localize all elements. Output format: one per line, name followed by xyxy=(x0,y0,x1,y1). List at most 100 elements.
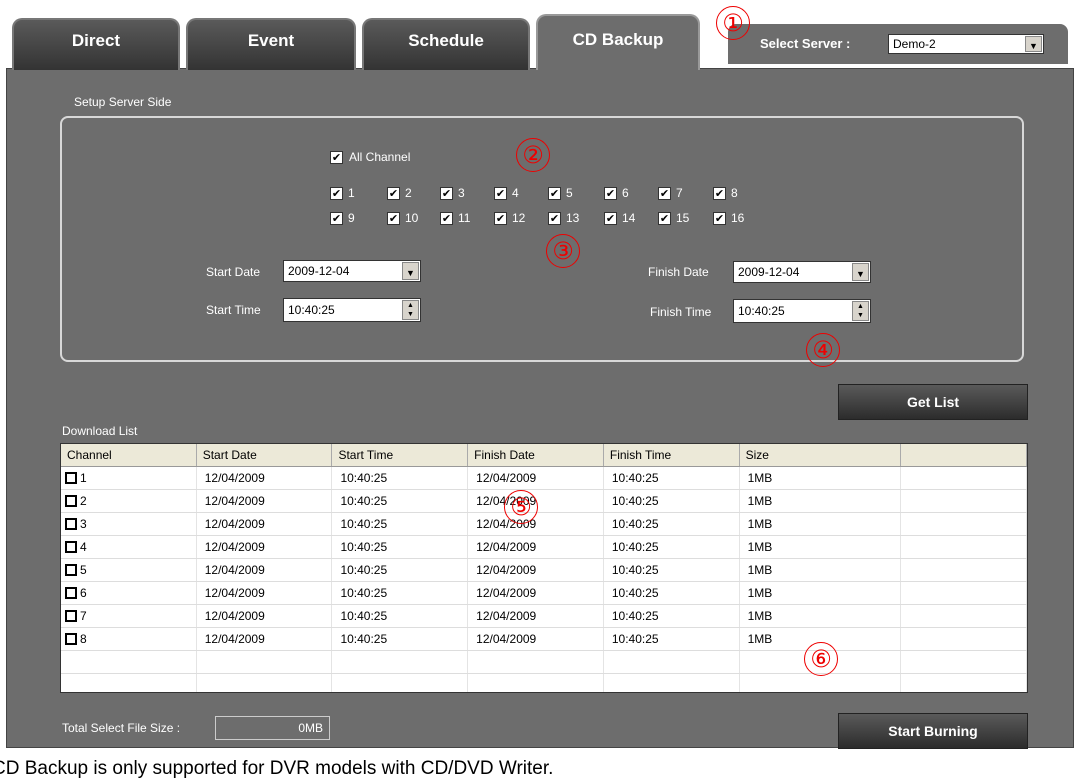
table-cell: 10:40:25 xyxy=(332,467,469,489)
row-checkbox[interactable] xyxy=(65,517,77,530)
chevron-down-icon[interactable]: ▼ xyxy=(1025,36,1042,52)
table-row[interactable]: 1 12/04/2009 10:40:25 12/04/2009 10:40:25 1MB xyxy=(61,467,1027,490)
channel-checkbox-13[interactable]: ✔ xyxy=(548,212,561,225)
channel-number: 7 xyxy=(80,609,87,623)
table-cell: 10:40:25 xyxy=(604,582,740,604)
channel-checkbox-9[interactable]: ✔ xyxy=(330,212,343,225)
table-cell: 5 xyxy=(61,559,197,581)
channel-checkbox-15[interactable]: ✔ xyxy=(658,212,671,225)
table-cell: 12/04/2009 xyxy=(468,605,604,627)
callout-marker-1: ① xyxy=(716,6,750,40)
column-header[interactable]: Finish Time xyxy=(604,444,740,466)
finish-date-value: 2009-12-04 xyxy=(738,265,800,279)
all-channel-checkbox[interactable]: ✔ xyxy=(330,151,343,164)
row-checkbox[interactable] xyxy=(65,471,77,484)
channel-checkbox-16[interactable]: ✔ xyxy=(713,212,726,225)
start-time-spinner[interactable]: 10:40:25 ▲ ▼ xyxy=(283,298,421,322)
table-cell xyxy=(332,674,469,692)
row-checkbox[interactable] xyxy=(65,540,77,553)
chevron-down-icon[interactable]: ▼ xyxy=(852,263,869,281)
channel-number: 6 xyxy=(80,586,87,600)
channel-label: 13 xyxy=(566,211,580,225)
start-burning-button[interactable]: Start Burning xyxy=(838,713,1028,749)
spinner-arrows-icon[interactable]: ▲ ▼ xyxy=(852,301,869,321)
table-cell xyxy=(332,651,469,673)
table-cell: 10:40:25 xyxy=(604,467,740,489)
row-checkbox[interactable] xyxy=(65,494,77,507)
setup-group-title: Setup Server Side xyxy=(74,95,172,109)
channel-checkbox-12[interactable]: ✔ xyxy=(494,212,507,225)
table-cell: 12/04/2009 xyxy=(197,513,333,535)
table-row[interactable]: 3 12/04/2009 10:40:25 12/04/2009 10:40:25 1MB xyxy=(61,513,1027,536)
channel-checkbox-2[interactable]: ✔ xyxy=(387,187,400,200)
server-dropdown[interactable]: Demo-2 ▼ xyxy=(888,34,1044,54)
table-row[interactable]: 4 12/04/2009 10:40:25 12/04/2009 10:40:25 1MB xyxy=(61,536,1027,559)
tab-schedule[interactable]: Schedule xyxy=(362,18,530,70)
get-list-button[interactable]: Get List xyxy=(838,384,1028,420)
server-dropdown-value: Demo-2 xyxy=(893,37,936,51)
channel-label: 12 xyxy=(512,211,526,225)
callout-marker-6: ⑥ xyxy=(804,642,838,676)
channel-checkbox-1[interactable]: ✔ xyxy=(330,187,343,200)
chevron-down-icon[interactable]: ▼ xyxy=(402,262,419,280)
tab-direct[interactable]: Direct xyxy=(12,18,180,70)
table-row[interactable]: 7 12/04/2009 10:40:25 12/04/2009 10:40:25 1MB xyxy=(61,605,1027,628)
start-time-label: Start Time xyxy=(206,303,261,317)
table-cell xyxy=(901,490,1027,512)
channel-label: 14 xyxy=(622,211,636,225)
column-header[interactable]: Channel xyxy=(61,444,197,466)
channel-checkbox-14[interactable]: ✔ xyxy=(604,212,617,225)
channel-checkbox-11[interactable]: ✔ xyxy=(440,212,453,225)
table-row[interactable] xyxy=(61,674,1027,692)
table-cell: 12/04/2009 xyxy=(197,628,333,650)
all-channel-label: All Channel xyxy=(349,150,411,164)
row-checkbox[interactable] xyxy=(65,563,77,576)
channel-checkbox-3[interactable]: ✔ xyxy=(440,187,453,200)
column-header[interactable]: Start Time xyxy=(332,444,469,466)
table-cell xyxy=(468,674,604,692)
table-cell xyxy=(61,651,197,673)
table-cell: 10:40:25 xyxy=(332,605,469,627)
table-cell: 12/04/2009 xyxy=(468,513,604,535)
table-header: Channel Start Date Start Time Finish Date Fi… xyxy=(61,444,1027,467)
row-checkbox[interactable] xyxy=(65,609,77,622)
column-header[interactable]: Size xyxy=(740,444,902,466)
table-cell xyxy=(901,513,1027,535)
channel-checkbox-10[interactable]: ✔ xyxy=(387,212,400,225)
row-checkbox[interactable] xyxy=(65,586,77,599)
table-row[interactable]: 6 12/04/2009 10:40:25 12/04/2009 10:40:25 1MB xyxy=(61,582,1027,605)
table-cell: 10:40:25 xyxy=(604,490,740,512)
column-header[interactable]: Finish Date xyxy=(468,444,604,466)
table-cell: 12/04/2009 xyxy=(468,628,604,650)
column-header[interactable]: Start Date xyxy=(197,444,333,466)
table-row[interactable]: 8 12/04/2009 10:40:25 12/04/2009 10:40:25 1MB xyxy=(61,628,1027,651)
table-cell: 12/04/2009 xyxy=(468,582,604,604)
table-row[interactable]: 5 12/04/2009 10:40:25 12/04/2009 10:40:25 1MB xyxy=(61,559,1027,582)
channel-checkbox-6[interactable]: ✔ xyxy=(604,187,617,200)
table-cell xyxy=(901,467,1027,489)
channel-checkbox-8[interactable]: ✔ xyxy=(713,187,726,200)
table-row[interactable]: 2 12/04/2009 10:40:25 12/04/2009 10:40:25 1MB xyxy=(61,490,1027,513)
table-cell: 12/04/2009 xyxy=(468,467,604,489)
channel-checkbox-5[interactable]: ✔ xyxy=(548,187,561,200)
start-date-picker[interactable]: 2009-12-04 ▼ xyxy=(283,260,421,282)
table-row[interactable] xyxy=(61,651,1027,674)
table-cell xyxy=(901,605,1027,627)
callout-marker-3: ③ xyxy=(546,234,580,268)
table-cell: 10:40:25 xyxy=(604,559,740,581)
column-header-empty[interactable] xyxy=(901,444,1027,466)
table-cell: 10:40:25 xyxy=(332,628,469,650)
channel-checkbox-4[interactable]: ✔ xyxy=(494,187,507,200)
tab-cd-backup[interactable]: CD Backup xyxy=(536,14,700,70)
channel-number: 3 xyxy=(80,517,87,531)
tab-event[interactable]: Event xyxy=(186,18,356,70)
table-cell xyxy=(197,674,333,692)
table-cell: 10:40:25 xyxy=(604,513,740,535)
finish-time-spinner[interactable]: 10:40:25 ▲ ▼ xyxy=(733,299,871,323)
row-checkbox[interactable] xyxy=(65,632,77,645)
spinner-arrows-icon[interactable]: ▲ ▼ xyxy=(402,300,419,320)
table-cell: 12/04/2009 xyxy=(468,536,604,558)
channel-checkbox-7[interactable]: ✔ xyxy=(658,187,671,200)
finish-date-picker[interactable]: 2009-12-04 ▼ xyxy=(733,261,871,283)
table-cell: 4 xyxy=(61,536,197,558)
